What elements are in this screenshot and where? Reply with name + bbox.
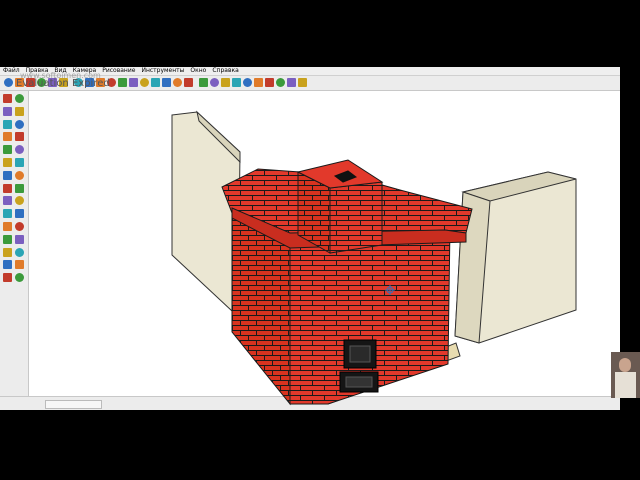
right-panel [454,171,577,344]
ash-door-grate [345,376,373,388]
left-panel [171,110,241,312]
shirt-shape [615,372,636,398]
webcam-overlay [611,352,640,398]
face-shape [619,358,631,372]
stove-model [171,110,577,406]
chimney-front [329,181,383,254]
fire-door-glass [349,345,371,363]
fire-door [339,339,379,393]
chimney [296,159,384,254]
